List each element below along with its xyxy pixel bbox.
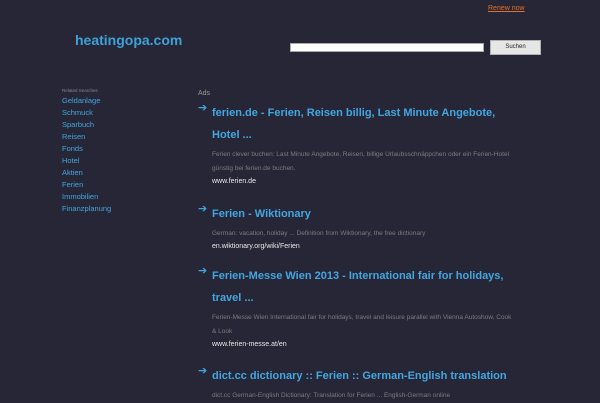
ad-description: Ferien-Messe Wien International fair for… [212, 314, 512, 335]
ad-result: ➔ Ferien - Wiktionary German: vacation, … [198, 203, 593, 253]
ad-url-link[interactable]: www.ferien-messe.at/en [212, 339, 593, 351]
ad-result: ➔ dict.cc dictionary :: Ferien :: German… [198, 365, 593, 403]
sidebar-item-hotel[interactable]: Hotel [62, 155, 111, 167]
ad-title-link[interactable]: ferien.de - Ferien, Reisen billig, Last … [212, 102, 522, 146]
ad-title-link[interactable]: Ferien-Messe Wien 2013 - International f… [212, 265, 522, 309]
ad-description: dict.cc German-English Dictionary: Trans… [212, 392, 451, 399]
search-input[interactable] [290, 43, 484, 52]
ad-result: ➔ Ferien-Messe Wien 2013 - International… [198, 265, 593, 351]
ad-result: ➔ ferien.de - Ferien, Reisen billig, Las… [198, 102, 593, 188]
arrow-right-icon: ➔ [198, 365, 208, 377]
ad-url-link[interactable]: en.wiktionary.org/wiki/Ferien [212, 241, 593, 253]
sidebar-item-aktien[interactable]: Aktien [62, 167, 111, 179]
site-domain-title: heatingopa.com [75, 32, 183, 48]
related-searches: Related Searches Geldanlage Schmuck Spar… [62, 88, 111, 215]
arrow-right-icon: ➔ [198, 102, 208, 114]
sidebar-item-immobilien[interactable]: Immobilien [62, 191, 111, 203]
sidebar-item-finanzplanung[interactable]: Finanzplanung [62, 203, 111, 215]
arrow-right-icon: ➔ [198, 265, 208, 277]
ad-description: German: vacation, holiday ... Definition… [212, 230, 426, 237]
sidebar-item-reisen[interactable]: Reisen [62, 131, 111, 143]
sidebar-item-geldanlage[interactable]: Geldanlage [62, 95, 111, 107]
ad-description: Ferien clever buchen: Last Minute Angebo… [212, 151, 510, 172]
renew-now-link[interactable]: Renew now [488, 5, 525, 12]
related-searches-title: Related Searches [62, 88, 98, 93]
arrow-right-icon: ➔ [198, 203, 208, 215]
sidebar-item-ferien[interactable]: Ferien [62, 179, 111, 191]
ad-title-link[interactable]: Ferien - Wiktionary [212, 203, 522, 225]
sidebar-item-fonds[interactable]: Fonds [62, 143, 111, 155]
sidebar-item-schmuck[interactable]: Schmuck [62, 107, 111, 119]
ad-url-link[interactable]: www.ferien.de [212, 176, 593, 188]
ad-title-link[interactable]: dict.cc dictionary :: Ferien :: German-E… [212, 365, 572, 387]
search-button[interactable]: Suchen [490, 40, 541, 55]
ads-label: Ads [198, 90, 211, 97]
sidebar-item-sparbuch[interactable]: Sparbuch [62, 119, 111, 131]
